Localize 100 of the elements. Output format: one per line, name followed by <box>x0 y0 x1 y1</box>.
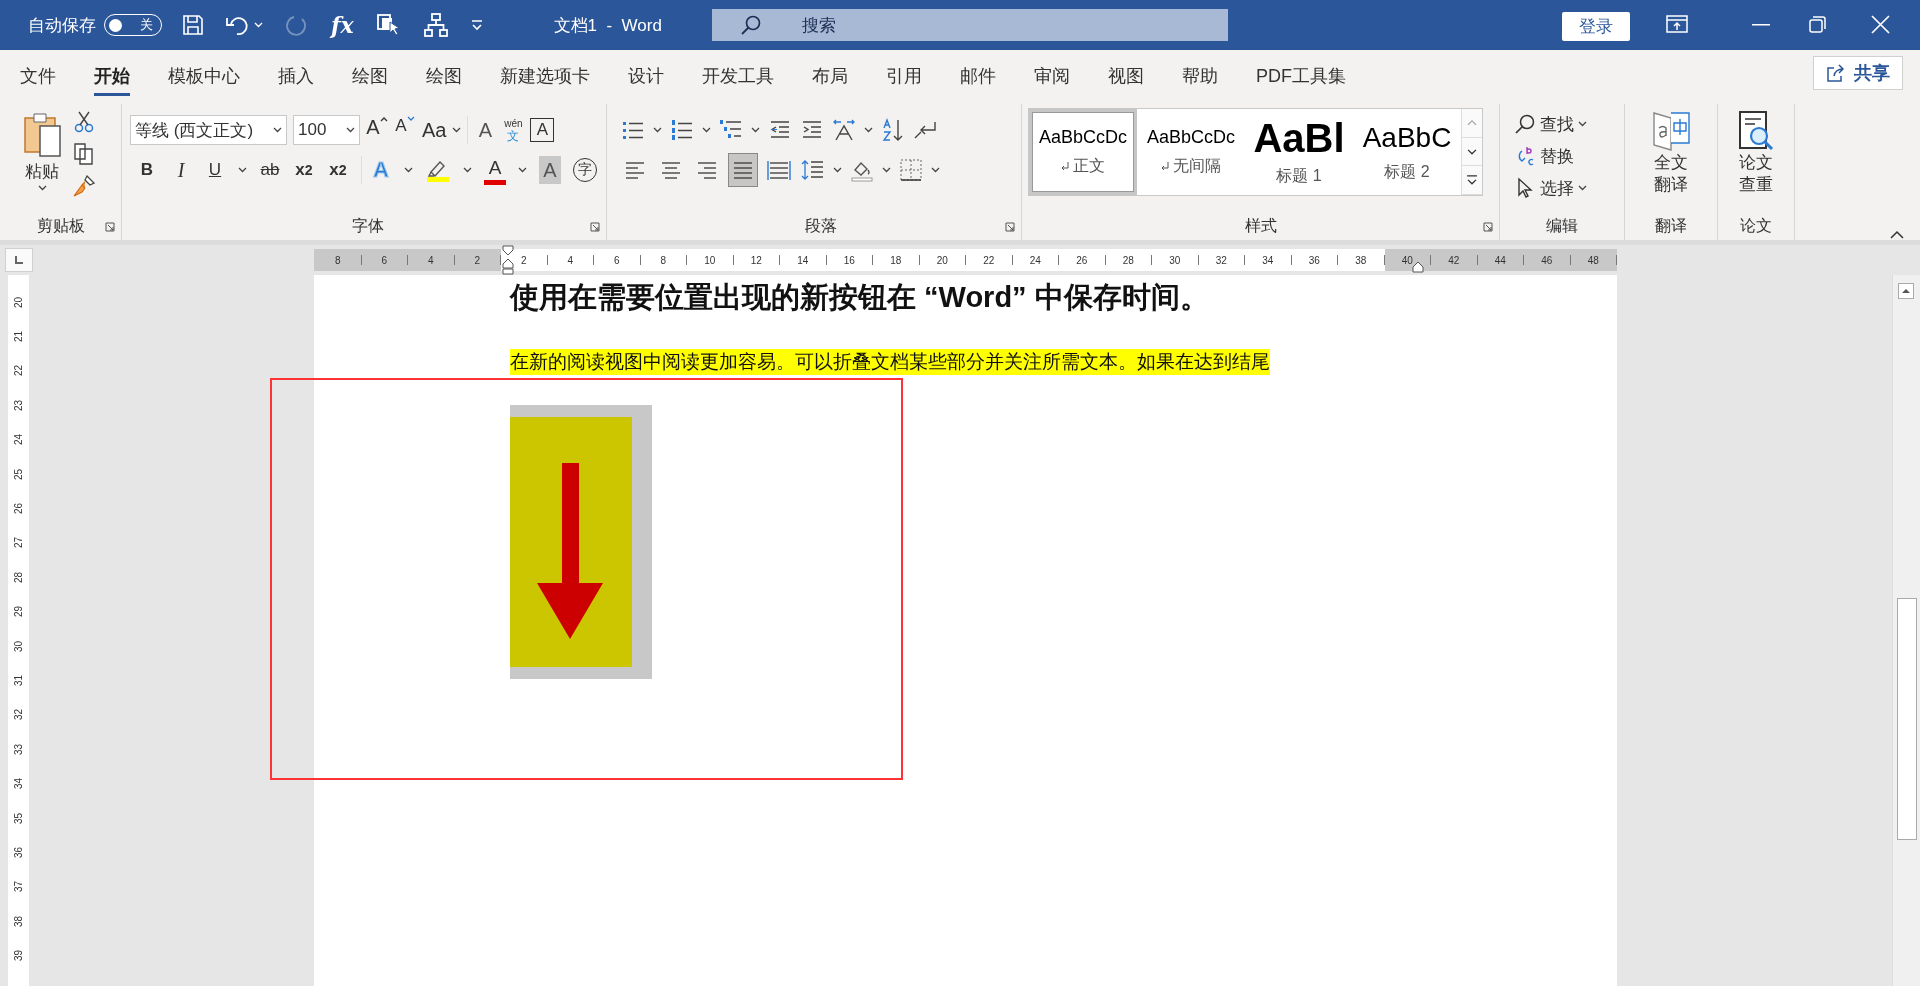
scroll-up-icon[interactable] <box>1898 283 1914 299</box>
underline-button[interactable]: U <box>204 156 226 184</box>
close-icon[interactable] <box>1871 15 1890 34</box>
share-button[interactable]: 共享 <box>1813 56 1903 90</box>
character-border-button[interactable]: A <box>530 118 555 142</box>
caret-icon[interactable] <box>702 127 711 133</box>
vertical-scrollbar[interactable] <box>1892 275 1920 986</box>
caret-up-icon <box>379 116 388 122</box>
caret-icon[interactable] <box>452 127 462 133</box>
caret-icon[interactable] <box>518 167 527 173</box>
bold-button[interactable]: B <box>136 156 158 184</box>
ribbon-tab[interactable]: 模板中心 <box>149 54 259 96</box>
save-icon[interactable] <box>182 14 204 36</box>
formula-button[interactable]: fx <box>331 12 354 38</box>
style-item[interactable]: AaBl 标题 1 <box>1245 109 1353 195</box>
indent-marker-icon[interactable] <box>502 245 514 275</box>
numbering-icon[interactable] <box>670 118 694 142</box>
caret-icon[interactable] <box>833 167 842 173</box>
undo-icon[interactable] <box>226 14 250 36</box>
align-justify-icon[interactable] <box>729 154 757 186</box>
ribbon-tab[interactable]: PDF工具集 <box>1237 54 1365 96</box>
line-spacing-icon[interactable] <box>801 158 825 182</box>
caret-icon[interactable] <box>882 167 891 173</box>
ribbon-tab[interactable]: 绘图 <box>407 54 481 96</box>
caret-icon[interactable] <box>37 185 47 191</box>
more-styles-icon[interactable] <box>1462 166 1482 195</box>
hierarchy-icon[interactable] <box>423 13 448 37</box>
ruler-number: 21 <box>13 331 25 343</box>
full-text-translate-button[interactable]: 全文 翻译 <box>1651 110 1691 196</box>
ribbon-display-icon[interactable] <box>1666 14 1688 34</box>
caret-icon[interactable] <box>864 127 873 133</box>
select-button[interactable]: 选择 <box>1540 176 1574 200</box>
grow-font-button[interactable]: A <box>366 116 388 144</box>
dialog-launcher-icon[interactable] <box>1005 222 1015 232</box>
find-icon[interactable] <box>1514 113 1536 135</box>
dialog-launcher-icon[interactable] <box>590 222 600 232</box>
caret-icon[interactable] <box>404 167 413 173</box>
scrollbar-thumb[interactable] <box>1897 598 1917 840</box>
ruler-number: 38 <box>1355 254 1367 266</box>
ribbon-tab[interactable]: 布局 <box>793 54 867 96</box>
strikethrough-button[interactable]: ab <box>259 156 281 184</box>
ribbon-tab[interactable]: 引用 <box>867 54 941 96</box>
restore-icon[interactable] <box>1809 16 1826 33</box>
collapse-ribbon-icon[interactable] <box>1890 230 1904 239</box>
caret-icon[interactable] <box>346 127 355 133</box>
font-name-field[interactable]: 等线 (西文正文) <box>130 115 287 145</box>
ribbon-tab[interactable]: 文件 <box>1 54 75 96</box>
highlighter-icon[interactable] <box>425 158 451 182</box>
touch-mode-icon[interactable] <box>375 13 402 37</box>
phonetic-guide-button[interactable]: wén 文 <box>502 116 525 144</box>
paper-check-button[interactable]: 论文 查重 <box>1736 110 1776 196</box>
ruler-number: 48 <box>1587 254 1599 266</box>
style-item[interactable]: AaBbC 标题 2 <box>1353 109 1461 195</box>
format-painter-icon[interactable] <box>72 174 96 198</box>
caret-icon[interactable] <box>1578 185 1587 191</box>
ribbon-tab[interactable]: 邮件 <box>941 54 1015 96</box>
cut-icon[interactable] <box>72 110 96 134</box>
change-case-button[interactable]: Aa <box>422 116 447 144</box>
ribbon-tab[interactable]: 帮助 <box>1163 54 1237 96</box>
scroll-down-icon[interactable] <box>1462 137 1482 167</box>
indent-marker-icon[interactable] <box>1412 261 1424 273</box>
ribbon-tab[interactable]: 开始 <box>75 54 149 96</box>
italic-button[interactable]: I <box>170 156 192 184</box>
style-item[interactable]: AaBbCcDc 正文 <box>1029 109 1137 195</box>
dialog-launcher-icon[interactable] <box>105 222 115 232</box>
customize-toolbar-icon[interactable] <box>469 19 484 31</box>
text-direction-icon[interactable] <box>832 118 856 142</box>
font-size-field[interactable]: 100 <box>293 115 360 145</box>
caret-icon[interactable] <box>238 167 247 173</box>
find-button[interactable]: 查找 <box>1540 112 1574 136</box>
copy-icon[interactable] <box>72 142 96 166</box>
paste-button[interactable]: 粘贴 <box>22 110 62 191</box>
ribbon-tab[interactable]: 视图 <box>1089 54 1163 96</box>
caret-icon[interactable] <box>931 167 940 173</box>
clear-formatting-button[interactable]: A <box>467 116 497 144</box>
ribbon-tab[interactable]: 审阅 <box>1015 54 1089 96</box>
borders-icon[interactable] <box>899 158 923 182</box>
shrink-font-button[interactable]: A <box>394 116 416 144</box>
character-shading-button[interactable]: A <box>539 156 561 184</box>
tab-selector[interactable] <box>5 248 33 272</box>
caret-icon[interactable] <box>273 127 282 133</box>
caret-icon[interactable] <box>463 167 472 173</box>
dialog-launcher-icon[interactable] <box>1483 222 1493 232</box>
ruler-number: 36 <box>13 846 25 858</box>
sort-icon[interactable] <box>881 118 905 142</box>
caret-icon[interactable] <box>653 127 662 133</box>
caret-down-icon <box>406 116 415 122</box>
ribbon-tab[interactable]: 新建选项卡 <box>481 54 609 96</box>
replace-button[interactable]: 替换 <box>1540 144 1574 168</box>
ribbon-tab[interactable]: 开发工具 <box>683 54 793 96</box>
ruler-number: 20 <box>13 296 25 308</box>
ribbon-tab[interactable]: 绘图 <box>333 54 407 96</box>
ribbon-tab[interactable]: 设计 <box>609 54 683 96</box>
login-button[interactable]: 登录 <box>1562 12 1630 41</box>
caret-icon[interactable] <box>751 127 760 133</box>
style-item[interactable]: AaBbCcDc 无间隔 <box>1137 109 1245 195</box>
caret-icon[interactable] <box>1578 121 1587 127</box>
ribbon-tab[interactable]: 插入 <box>259 54 333 96</box>
search-field[interactable]: 搜索 <box>711 9 1228 41</box>
font-color-button[interactable]: A <box>484 155 506 185</box>
